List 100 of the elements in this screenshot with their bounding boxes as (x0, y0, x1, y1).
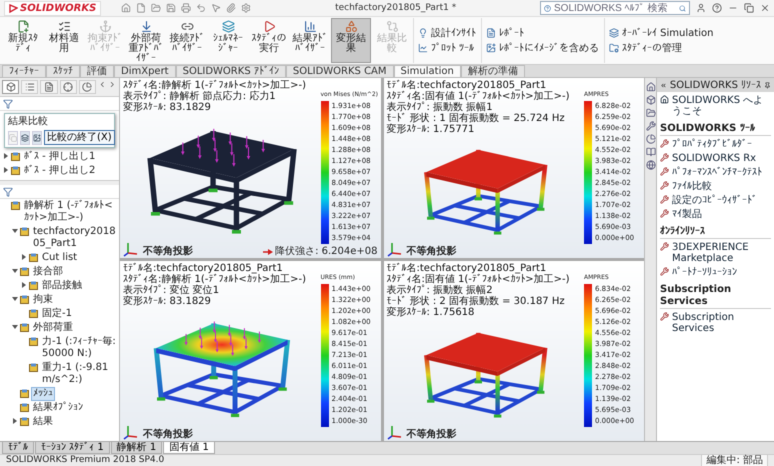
resource-link[interactable]: ﾊﾟｰﾄﾅｰｿﾘｭｰｼｮﾝ (660, 267, 771, 278)
command-tab[interactable]: 評価 (80, 65, 114, 77)
panel-tab[interactable] (21, 80, 38, 94)
undo-icon[interactable] (196, 3, 206, 13)
tree-item[interactable]: 結果 (31, 415, 55, 429)
wrench-icon[interactable] (646, 121, 656, 131)
home-icon[interactable] (121, 3, 132, 13)
tree-item[interactable]: techfactory201805_Part1 (31, 225, 119, 251)
tree-item[interactable]: 接合部 (31, 265, 65, 279)
window-title: techfactory201805_Part1 * (334, 3, 458, 13)
shapes-icon (344, 20, 358, 33)
end-compare-button[interactable]: 比較の終了(X) (44, 130, 115, 145)
close-icon[interactable] (760, 3, 770, 13)
ribbon-tool[interactable]: 材料適用 (44, 18, 84, 63)
layout-button[interactable] (32, 130, 42, 144)
command-tab[interactable]: 解析の準備 (460, 65, 525, 77)
tree-item[interactable]: 力-1 (:ﾌｨｰﾁｬｰ毎: 50000 N:) (40, 335, 119, 361)
pin-icon[interactable] (764, 80, 771, 90)
filter-icon[interactable] (3, 98, 13, 108)
resource-link[interactable]: SOLIDWORKS Rx (660, 153, 771, 164)
ribbon-tool[interactable]: ﾌﾟﾛｯﾄ ﾂｰﾙ (418, 42, 476, 54)
paperclip-icon[interactable] (226, 3, 236, 13)
ribbon-tool[interactable]: 新規ｽﾀﾃﾞｨ (3, 18, 43, 63)
resource-link[interactable]: SOLIDWORKS へようこそ (660, 95, 771, 117)
panel-tab[interactable] (40, 80, 58, 94)
printer-icon[interactable] (181, 3, 192, 13)
search-field[interactable]: SOLIDWORKS ﾍﾙﾌﾟ 検索 (540, 1, 690, 15)
book-icon[interactable] (646, 147, 656, 157)
new-file-icon[interactable] (136, 3, 146, 13)
ribbon-tool[interactable]: 外部荷重ｱﾄﾞﾊﾞｲｻﾞｰ (126, 18, 166, 63)
save-icon[interactable] (166, 3, 176, 13)
resource-link[interactable]: 設定のｺﾋﾟｰｳｨｻﾞｰﾄﾞ (660, 195, 771, 206)
layout-button[interactable] (20, 130, 30, 144)
restore-icon[interactable] (744, 3, 754, 13)
section-heading: SOLIDWORKS ﾂｰﾙ (660, 123, 771, 136)
pie-chart-icon[interactable] (646, 134, 656, 144)
collapse-icon[interactable] (660, 80, 667, 90)
wrench-icon (660, 153, 669, 162)
tree-item[interactable]: 部品接触 (40, 279, 84, 293)
layers-icon (609, 28, 619, 38)
tree-item[interactable]: Cut list (40, 251, 80, 265)
globe-icon[interactable] (646, 160, 656, 170)
resource-link[interactable]: 3DEXPERIENCE Marketplace (660, 242, 771, 264)
resource-link[interactable]: ﾌｧｲﾙ比較 (660, 181, 771, 192)
tree-item[interactable]: 静解析 1 (-ﾃﾞﾌｫﾙﾄ<ｶｯﾄ>加工>-) (22, 199, 119, 225)
resource-link[interactable]: ﾊﾟﾌｫｰﾏﾝｽﾍﾞﾝﾁﾏｰｸﾃｽﾄ (660, 167, 771, 178)
command-tab[interactable]: DimXpert (114, 65, 176, 77)
ribbon-tool[interactable]: ﾚﾎﾟｰﾄにｲﾒｰｼﾞを含める (486, 42, 599, 54)
filter-icon[interactable] (3, 186, 13, 196)
folder-icon[interactable] (151, 3, 162, 13)
document-tab[interactable]: 固有値 1 (163, 442, 215, 454)
document-tab[interactable]: ﾓﾃﾞﾙ (2, 442, 34, 454)
command-tab[interactable]: SOLIDWORKS CAM (286, 65, 394, 77)
resource-link[interactable]: ﾏｲ製品 (660, 209, 771, 220)
part-icon[interactable] (646, 95, 656, 105)
document-icon (486, 28, 496, 38)
command-tab[interactable]: SOLIDWORKS ｱﾄﾞｲﾝ (176, 65, 286, 77)
pointer-icon[interactable] (211, 3, 222, 13)
ribbon-tool[interactable]: 接続ｱﾄﾞﾊﾞｲｻﾞｰ (167, 18, 207, 63)
panel-tab[interactable] (60, 80, 77, 94)
plot-info-text: ｽﾀﾃﾞｨ名:静解析 1(-ﾃﾞﾌｫﾙﾄ<ｶｯﾄ>加工>-) (123, 274, 308, 285)
panel-tab[interactable] (2, 80, 20, 94)
tree-item[interactable]: ﾒｯｼｭ (31, 387, 55, 401)
tree-item[interactable]: 結果ｵﾌﾟｼｮﾝ (31, 401, 85, 415)
panel-tab[interactable] (78, 80, 96, 94)
tree-item[interactable]: 拘束 (31, 293, 55, 307)
ribbon-tool[interactable]: 変形結果 (331, 18, 371, 63)
pane-title: SOLIDWORKS ﾘｿｰｽ (670, 79, 762, 91)
command-tab[interactable]: ｽｹｯﾁ (46, 65, 80, 77)
resource-link[interactable]: ﾌﾟﾛﾊﾟﾃｨﾀﾌﾞﾋﾞﾙﾀﾞｰ (660, 139, 771, 150)
feature-icon (11, 166, 20, 175)
tree-item[interactable]: 重力-1 (:-9.81 m/s^2:) (40, 361, 119, 387)
user-icon[interactable] (696, 3, 706, 13)
home-icon[interactable] (646, 82, 656, 92)
ribbon-tool[interactable]: ﾚﾎﾟｰﾄ (486, 28, 599, 38)
plot-info-text: 変形ｽｹｰﾙ: 1.75771 (386, 124, 476, 135)
ribbon-tool[interactable]: ｽﾀﾃﾞｨｰの管理 (609, 42, 714, 54)
play-icon (262, 20, 276, 33)
tree-item[interactable]: ﾎﾞｽ - 押し出し1 (22, 150, 98, 164)
ribbon-tool[interactable]: ｽﾀﾃﾞｨの実行 (249, 18, 289, 63)
tree-item[interactable]: ﾎﾞｽ - 押し出し2 (22, 164, 98, 178)
plot-info-text: ｽﾀﾃﾞｨ名:固有値 1(-ﾃﾞﾌｫﾙﾄ<ｶｯﾄ>加工>-) (386, 274, 571, 285)
tree-item[interactable]: 固定-1 (40, 307, 74, 321)
tree-item[interactable]: 外部荷重 (31, 321, 75, 335)
help-icon[interactable] (712, 3, 722, 13)
wrench-icon (660, 267, 669, 276)
resource-link[interactable]: Subscription Services (660, 312, 771, 334)
command-tab[interactable]: Simulation (394, 65, 461, 77)
ribbon-tool[interactable]: 結果ｱﾄﾞﾊﾞｲｻﾞｰ (290, 18, 330, 63)
folder-icon[interactable] (646, 108, 656, 118)
layers-icon (21, 134, 29, 142)
ribbon-tool[interactable]: ｵｰﾊﾞｰﾚｲ Simulation (609, 28, 714, 38)
ribbon-tool[interactable]: ｼｪﾙﾏﾈｰｼﾞｬｰ (208, 18, 248, 63)
document-tab[interactable]: ﾓｰｼｮﾝ ｽﾀﾃﾞｨ 1 (35, 442, 110, 454)
command-tab[interactable]: ﾌｨｰﾁｬｰ (2, 65, 46, 77)
search-icon[interactable] (679, 4, 686, 12)
wrench-icon (660, 312, 669, 321)
settings-icon[interactable] (241, 3, 252, 13)
document-tab[interactable]: 静解析 1 (110, 442, 162, 454)
ribbon-tool[interactable]: 設計ｲﾝｻｲﾄ (418, 28, 476, 38)
